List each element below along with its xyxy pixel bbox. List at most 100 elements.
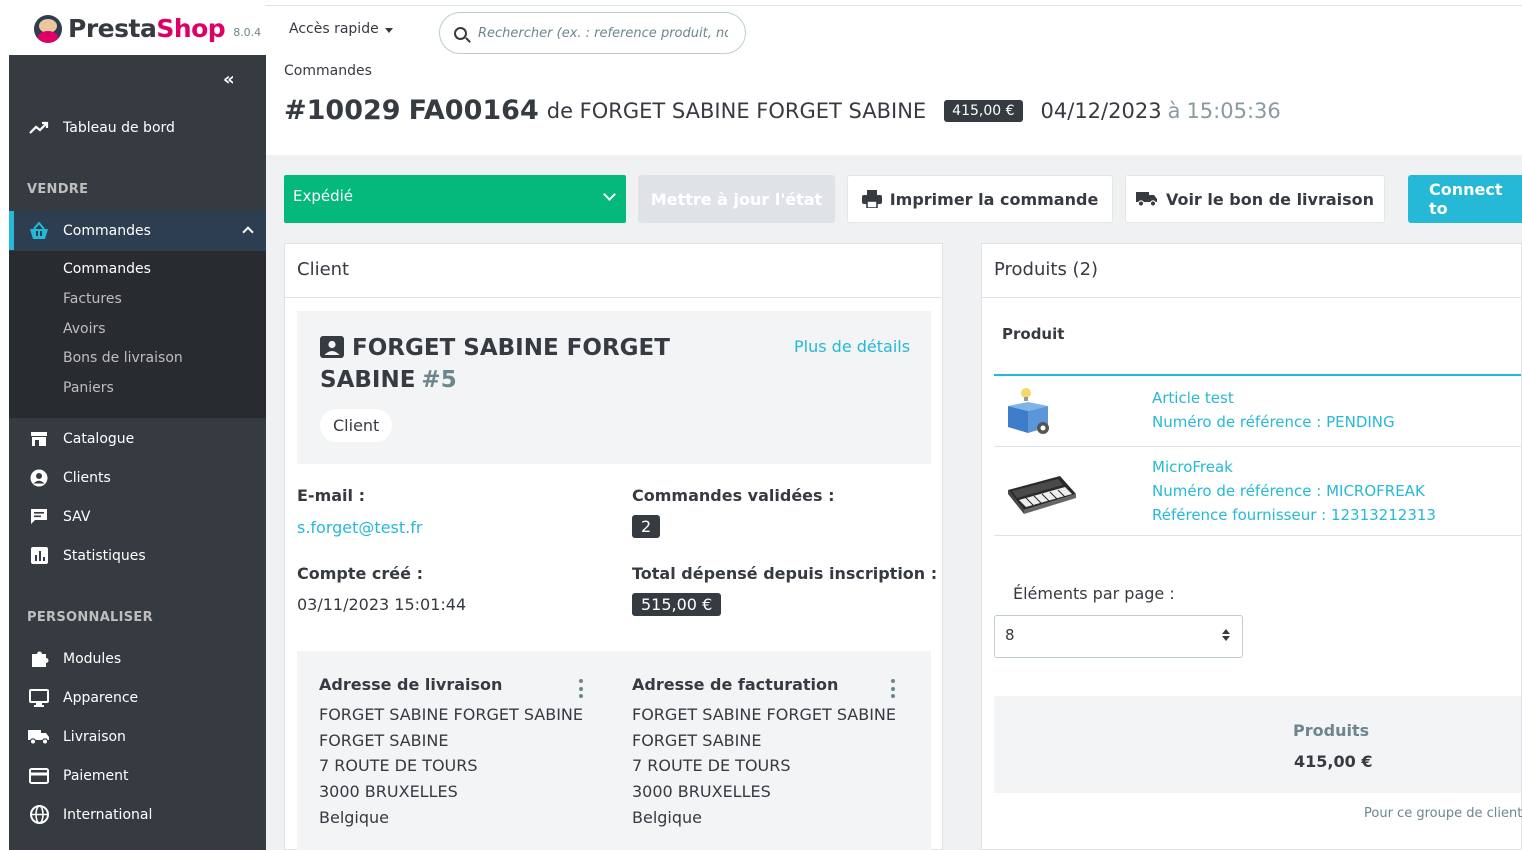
prestashop-logo-icon [34, 14, 62, 43]
products-card-title: Produits (2) [982, 244, 1521, 298]
sidebar-item-label: Catalogue [63, 430, 135, 447]
sidebar-item-dashboard[interactable]: Tableau de bord [9, 108, 266, 147]
customer-name: FORGET SABINE FORGET SABINE #5 [320, 332, 680, 396]
submenu-item-invoices[interactable]: Factures [63, 291, 122, 307]
customer-id: #5 [421, 367, 457, 393]
print-order-button[interactable]: Imprimer la commande [847, 175, 1113, 223]
valid-orders-badge: 2 [632, 515, 661, 538]
row-divider [994, 535, 1521, 536]
products-card: Produits (2) Produit Article test Numéro… [981, 243, 1522, 850]
items-per-page-select[interactable]: 8 [994, 615, 1243, 658]
collapse-sidebar-icon[interactable]: « [223, 69, 235, 90]
delivery-slip-label: Voir le bon de livraison [1165, 189, 1375, 209]
order-date: 04/12/2023 [1040, 98, 1162, 123]
product-image-box [1002, 384, 1054, 440]
sidebar-item-label: Statistiques [63, 547, 146, 564]
order-time-prefix: à [1167, 98, 1181, 123]
sidebar-item-modules[interactable]: Modules [9, 639, 266, 678]
shipping-address-menu-icon[interactable] [579, 679, 583, 698]
view-delivery-slip-button[interactable]: Voir le bon de livraison [1125, 175, 1385, 223]
search-input[interactable] [478, 25, 728, 41]
sidebar-item-label: Clients [63, 469, 111, 486]
main-content: Commandes #10029 FA00164 de FORGET SABIN… [266, 55, 1522, 850]
version-label: 8.0.4 [233, 26, 262, 39]
user-circle-icon [27, 469, 51, 487]
order-status-select[interactable]: Expédié [284, 175, 626, 223]
active-indicator [9, 211, 14, 250]
table-header-divider [994, 374, 1521, 376]
sidebar-item-stats[interactable]: Statistiques [9, 536, 266, 575]
client-card-title: Client [285, 244, 942, 298]
customer-name-text: FORGET SABINE FORGET SABINE [320, 335, 670, 393]
sidebar-item-catalog[interactable]: Catalogue [9, 419, 266, 458]
address-line: FORGET SABINE [319, 730, 449, 750]
caret-down-icon [384, 27, 393, 33]
order-number: #10029 [284, 95, 401, 126]
sidebar-item-payment[interactable]: Paiement [9, 756, 266, 795]
submenu-item-carts[interactable]: Paniers [63, 380, 114, 396]
submenu-item-orders[interactable]: Commandes [63, 261, 151, 277]
account-created-label: Compte créé : [297, 564, 423, 583]
breadcrumb[interactable]: Commandes [284, 63, 372, 79]
product-reference: Numéro de référence : PENDING [1152, 413, 1395, 431]
store-icon [27, 431, 51, 447]
update-status-button[interactable]: Mettre à jour l'état [638, 175, 835, 223]
sidebar-item-label: International [63, 806, 153, 823]
sidebar-item-label: Paiement [63, 767, 129, 784]
trending-up-icon [27, 121, 51, 135]
chevron-up-icon [242, 226, 254, 238]
quick-access-menu[interactable]: Accès rapide [289, 21, 393, 37]
customer-group-note: Pour ce groupe de clients [1364, 806, 1522, 821]
order-reference: FA00164 [408, 95, 539, 126]
invoice-address: Adresse de facturation FORGET SABINE FOR… [632, 675, 912, 831]
address-line: 3000 BRUXELLES [632, 782, 771, 802]
logo[interactable]: PrestaShop 8.0.4 [34, 14, 261, 43]
address-line: 7 ROUTE DE TOURS [319, 756, 478, 776]
sidebar-item-orders[interactable]: Commandes [9, 211, 266, 250]
sidebar-item-international[interactable]: International [9, 795, 266, 834]
sidebar-item-label: Modules [63, 650, 122, 667]
sidebar-item-support[interactable]: SAV [9, 497, 266, 536]
email-link[interactable]: s.forget@test.fr [297, 518, 422, 537]
order-customer: de FORGET SABINE FORGET SABINE [546, 98, 927, 123]
sidebar-item-customers[interactable]: Clients [9, 458, 266, 497]
bar-chart-icon [27, 547, 51, 564]
product-name-link[interactable]: MicroFreak [1152, 455, 1436, 479]
product-reference: Numéro de référence : MICROFREAK [1152, 482, 1425, 500]
top-header: PrestaShop 8.0.4 Accès rapide [0, 0, 1522, 55]
sidebar-item-label: Apparence [63, 689, 139, 706]
sidebar-item-shipping[interactable]: Livraison [9, 717, 266, 756]
invoice-address-menu-icon[interactable] [891, 679, 895, 698]
shipping-address-title: Adresse de livraison [319, 675, 503, 694]
address-line: Belgique [632, 807, 703, 827]
connect-button[interactable]: Connect to [1408, 175, 1522, 223]
submenu-item-delivery-slips[interactable]: Bons de livraison [63, 350, 183, 366]
sidebar-item-label: Livraison [63, 728, 126, 745]
sidebar-item-label: Tableau de bord [63, 119, 175, 136]
logo-text: PrestaShop [68, 14, 226, 43]
product-name-link[interactable]: Article test [1152, 386, 1395, 410]
credit-card-icon [27, 767, 51, 784]
column-header-product: Produit [1002, 325, 1065, 343]
account-created-value: 03/11/2023 15:01:44 [297, 595, 467, 614]
order-amount-badge: 415,00 € [944, 99, 1023, 122]
orders-submenu: Commandes Factures Avoirs Bons de livrai… [9, 251, 266, 418]
user-card-icon [320, 335, 344, 358]
products-total-value: 415,00 € [1294, 752, 1373, 771]
truck-icon [1135, 191, 1158, 207]
invoice-address-title: Adresse de facturation [632, 675, 839, 694]
puzzle-icon [27, 649, 51, 668]
items-per-page-value: 8 [1005, 626, 1015, 644]
total-spent-label: Total dépensé depuis inscription : [632, 564, 938, 583]
customer-group-badge: Client [320, 409, 393, 442]
total-spent-badge: 515,00 € [632, 593, 722, 616]
monitor-icon [27, 688, 51, 707]
sidebar-item-appearance[interactable]: Apparence [9, 678, 266, 717]
product-row: Article test Numéro de référence : PENDI… [1152, 386, 1395, 434]
product-row: MicroFreak Numéro de référence : MICROFR… [1152, 455, 1436, 527]
submenu-item-credit-slips[interactable]: Avoirs [63, 321, 106, 337]
search-box[interactable] [439, 12, 746, 54]
address-line: 7 ROUTE DE TOURS [632, 756, 791, 776]
client-card: Client FORGET SABINE FORGET SABINE #5 Plu… [284, 243, 943, 850]
more-details-link[interactable]: Plus de détails [794, 337, 910, 356]
